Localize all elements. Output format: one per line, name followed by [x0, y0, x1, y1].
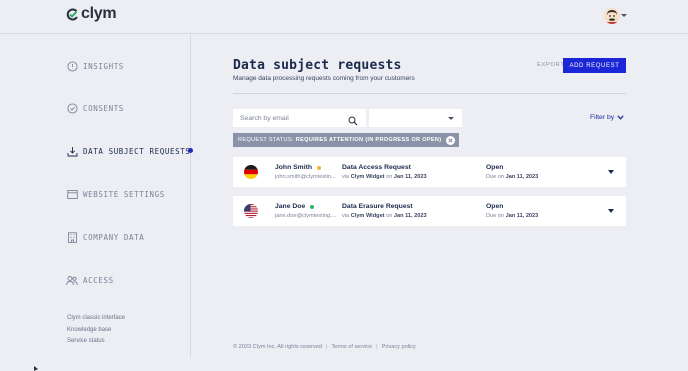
- sidebar-item-label: COMPANY DATA: [83, 232, 145, 242]
- due-prefix: Due on: [486, 174, 505, 180]
- status-dot: [310, 204, 315, 209]
- service-status-link[interactable]: Service status: [67, 338, 125, 350]
- page-subtitle: Manage data processing requests coming f…: [233, 75, 415, 82]
- request-status: Open: [486, 203, 504, 210]
- export-button[interactable]: EXPORT: [537, 62, 564, 68]
- clym-logo[interactable]: clym: [66, 5, 117, 23]
- users-icon: [66, 274, 78, 286]
- footer-separator: |: [376, 344, 378, 350]
- requester-name-text: Jane Doe: [275, 203, 306, 210]
- via-prefix: via: [342, 213, 350, 219]
- via-on: on: [386, 174, 393, 180]
- sidebar-item-label: DATA SUBJECT REQUESTS: [83, 146, 191, 156]
- germany-flag-icon: [244, 165, 258, 179]
- sidebar-item-company-data[interactable]: COMPANY DATA: [66, 230, 144, 244]
- search-placeholder: Search by email: [240, 114, 289, 122]
- knowledge-base-link[interactable]: Knowledge base: [67, 327, 125, 339]
- request-date: Jan 11, 2023: [393, 213, 427, 219]
- terms-of-service-link[interactable]: Terms of service: [331, 344, 372, 350]
- page-title: Data subject requests: [233, 58, 402, 73]
- insights-icon: [66, 60, 78, 72]
- clym-logo-icon: [66, 8, 78, 20]
- footer: © 2023 Clym Inc. All rights reserved | T…: [233, 344, 416, 350]
- chip-prefix: REQUEST STATUS:: [238, 137, 294, 143]
- sidebar-item-consents[interactable]: CONSENTS: [66, 101, 124, 115]
- caret-down-icon[interactable]: [621, 14, 627, 17]
- via-on: on: [386, 213, 393, 219]
- active-indicator: [188, 148, 193, 153]
- via-source: Clym Widget: [350, 174, 385, 180]
- expand-caret-icon[interactable]: [608, 170, 614, 174]
- header-divider: [233, 93, 626, 94]
- close-icon[interactable]: [446, 135, 456, 145]
- download-tray-icon: [66, 145, 78, 157]
- sidebar-item-website-settings[interactable]: WEBSITE SETTINGS: [66, 187, 165, 201]
- due-prefix: Due on: [486, 213, 505, 219]
- filter-by-label: Filter by: [590, 114, 615, 121]
- sidebar-item-label: CONSENTS: [83, 103, 124, 113]
- request-row[interactable]: John Smith john.smith@clymtestin... Data…: [233, 157, 626, 187]
- via-source: Clym Widget: [350, 213, 385, 219]
- classic-interface-link[interactable]: Clym classic interface: [67, 315, 125, 327]
- check-circle-icon: [66, 102, 78, 114]
- privacy-policy-link[interactable]: Privacy policy: [382, 344, 416, 350]
- due-date: Jan 11, 2023: [505, 174, 539, 180]
- brand-name: clym: [81, 5, 117, 22]
- chevron-down-icon: [617, 115, 624, 120]
- request-date: Jan 11, 2023: [393, 174, 427, 180]
- copyright-text: © 2023 Clym Inc. All rights reserved: [233, 344, 322, 350]
- request-type: Data Access Request: [342, 164, 411, 171]
- requester-email: john.smith@clymtestin...: [275, 174, 336, 180]
- select-caret-icon: [448, 117, 454, 120]
- request-due: Due on Jan 11, 2023: [486, 213, 538, 219]
- filter-chip: REQUEST STATUS: REQUIRES ATTENTION (IN P…: [233, 133, 460, 147]
- usa-flag-icon: [244, 204, 258, 218]
- sidebar-item-label: WEBSITE SETTINGS: [83, 189, 165, 199]
- mouse-cursor-icon: [34, 366, 38, 371]
- sidebar-item-access[interactable]: ACCESS: [66, 273, 114, 287]
- sidebar-item-label: ACCESS: [83, 275, 114, 285]
- request-row[interactable]: Jane Doe jane.doe@clymtesting.... Data E…: [233, 196, 626, 226]
- sidebar-item-data-subject-requests[interactable]: DATA SUBJECT REQUESTS: [66, 144, 190, 158]
- sidebar-item-label: INSIGHTS: [83, 61, 124, 71]
- requester-name: Jane Doe: [275, 203, 315, 210]
- due-date: Jan 11, 2023: [505, 213, 539, 219]
- filter-by-button[interactable]: Filter by: [590, 114, 624, 121]
- sidebar-item-insights[interactable]: INSIGHTS: [66, 59, 124, 73]
- sidebar-links: Clym classic interface Knowledge base Se…: [67, 315, 125, 350]
- chip-value: REQUIRES ATTENTION (IN PROGRESS OR OPEN): [295, 137, 442, 143]
- requester-name-text: John Smith: [275, 164, 313, 171]
- request-due: Due on Jan 11, 2023: [486, 174, 538, 180]
- request-source: via Clym Widget on Jan 11, 2023: [342, 213, 427, 219]
- status-dot: [317, 165, 322, 170]
- request-type: Data Erasure Request: [342, 203, 413, 210]
- footer-separator: |: [326, 344, 328, 350]
- requester-name: John Smith: [275, 164, 322, 171]
- request-status: Open: [486, 164, 504, 171]
- building-icon: [66, 231, 78, 243]
- user-avatar-icon[interactable]: [604, 8, 620, 24]
- status-select[interactable]: [369, 109, 462, 127]
- requester-email: jane.doe@clymtesting....: [275, 213, 337, 219]
- request-source: via Clym Widget on Jan 11, 2023: [342, 174, 427, 180]
- via-prefix: via: [342, 174, 350, 180]
- search-input[interactable]: Search by email: [233, 109, 366, 127]
- top-bar: clym: [0, 0, 688, 34]
- expand-caret-icon[interactable]: [608, 209, 614, 213]
- add-request-button[interactable]: ADD REQUEST: [563, 58, 626, 73]
- browser-window-icon: [66, 188, 78, 200]
- search-icon[interactable]: [348, 113, 358, 131]
